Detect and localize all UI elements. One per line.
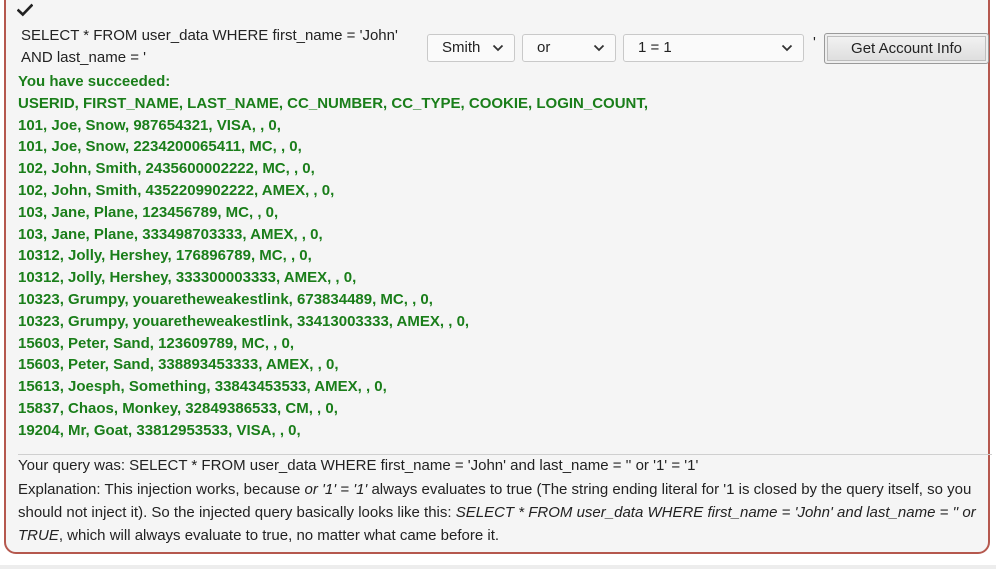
last-name-select[interactable]: Smith bbox=[427, 34, 515, 62]
explanation-prefix: Explanation: This injection works, becau… bbox=[18, 481, 305, 498]
result-row: 19204, Mr, Goat, 33812953533, VISA, , 0, bbox=[18, 421, 301, 439]
operator-select[interactable]: or bbox=[522, 34, 616, 62]
check-icon bbox=[17, 3, 33, 17]
query-prefix-text: SELECT * FROM user_data WHERE first_name… bbox=[21, 25, 421, 69]
explanation-emphasis-1: or '1' = '1' bbox=[304, 481, 368, 498]
assignment-panel: SELECT * FROM user_data WHERE first_name… bbox=[4, 0, 992, 554]
condition-select[interactable]: 1 = 1 bbox=[623, 34, 804, 62]
result-row: 10323, Grumpy, youaretheweakestlink, 334… bbox=[18, 312, 470, 330]
result-row: 10312, Jolly, Hershey, 333300003333, AME… bbox=[18, 269, 357, 287]
result-row: 102, John, Smith, 4352209902222, AMEX, ,… bbox=[18, 181, 335, 199]
operator-select-value: or bbox=[537, 39, 551, 56]
condition-select-value: 1 = 1 bbox=[638, 39, 672, 56]
get-account-info-button[interactable]: Get Account Info bbox=[824, 33, 989, 64]
chevron-down-icon bbox=[781, 44, 793, 52]
result-row: 103, Jane, Plane, 333498703333, AMEX, , … bbox=[18, 225, 323, 243]
result-header-row: USERID, FIRST_NAME, LAST_NAME, CC_NUMBER… bbox=[18, 94, 649, 112]
bottom-rule bbox=[0, 565, 996, 569]
your-query-text: Your query was: SELECT * FROM user_data … bbox=[18, 457, 699, 474]
result-row: 103, Jane, Plane, 123456789, MC, , 0, bbox=[18, 203, 279, 221]
result-row: 15613, Joesph, Something, 33843453533, A… bbox=[18, 378, 387, 396]
chevron-down-icon bbox=[593, 44, 605, 52]
result-heading: You have succeeded: bbox=[18, 73, 171, 90]
last-name-select-value: Smith bbox=[442, 39, 481, 56]
explanation-suffix: , which will always evaluate to true, no… bbox=[58, 527, 500, 544]
result-row: 15837, Chaos, Monkey, 32849386533, CM, ,… bbox=[18, 399, 338, 417]
result-output: You have succeeded: USERID, FIRST_NAME, … bbox=[18, 71, 978, 442]
result-row: 15603, Peter, Sand, 338893453333, AMEX, … bbox=[18, 356, 339, 374]
result-row: 10312, Jolly, Hershey, 176896789, MC, , … bbox=[18, 247, 312, 265]
result-row: 15603, Peter, Sand, 123609789, MC, , 0, bbox=[18, 334, 295, 352]
result-row: 10323, Grumpy, youaretheweakestlink, 673… bbox=[18, 290, 433, 308]
result-row: 102, John, Smith, 2435600002222, MC, , 0… bbox=[18, 160, 315, 178]
result-rows: 101, Joe, Snow, 987654321, VISA, , 0, 101… bbox=[18, 115, 978, 442]
chevron-down-icon bbox=[492, 44, 504, 52]
result-row: 101, Joe, Snow, 987654321, VISA, , 0, bbox=[18, 116, 281, 134]
query-prefix-line1: SELECT * FROM user_data WHERE first_name… bbox=[21, 27, 398, 44]
result-row: 101, Joe, Snow, 2234200065411, MC, , 0, bbox=[18, 138, 302, 156]
query-prefix-line2: AND last_name = ' bbox=[21, 49, 147, 66]
closing-quote-text: ' bbox=[813, 34, 816, 51]
explanation-text: Explanation: This injection works, becau… bbox=[18, 478, 994, 547]
